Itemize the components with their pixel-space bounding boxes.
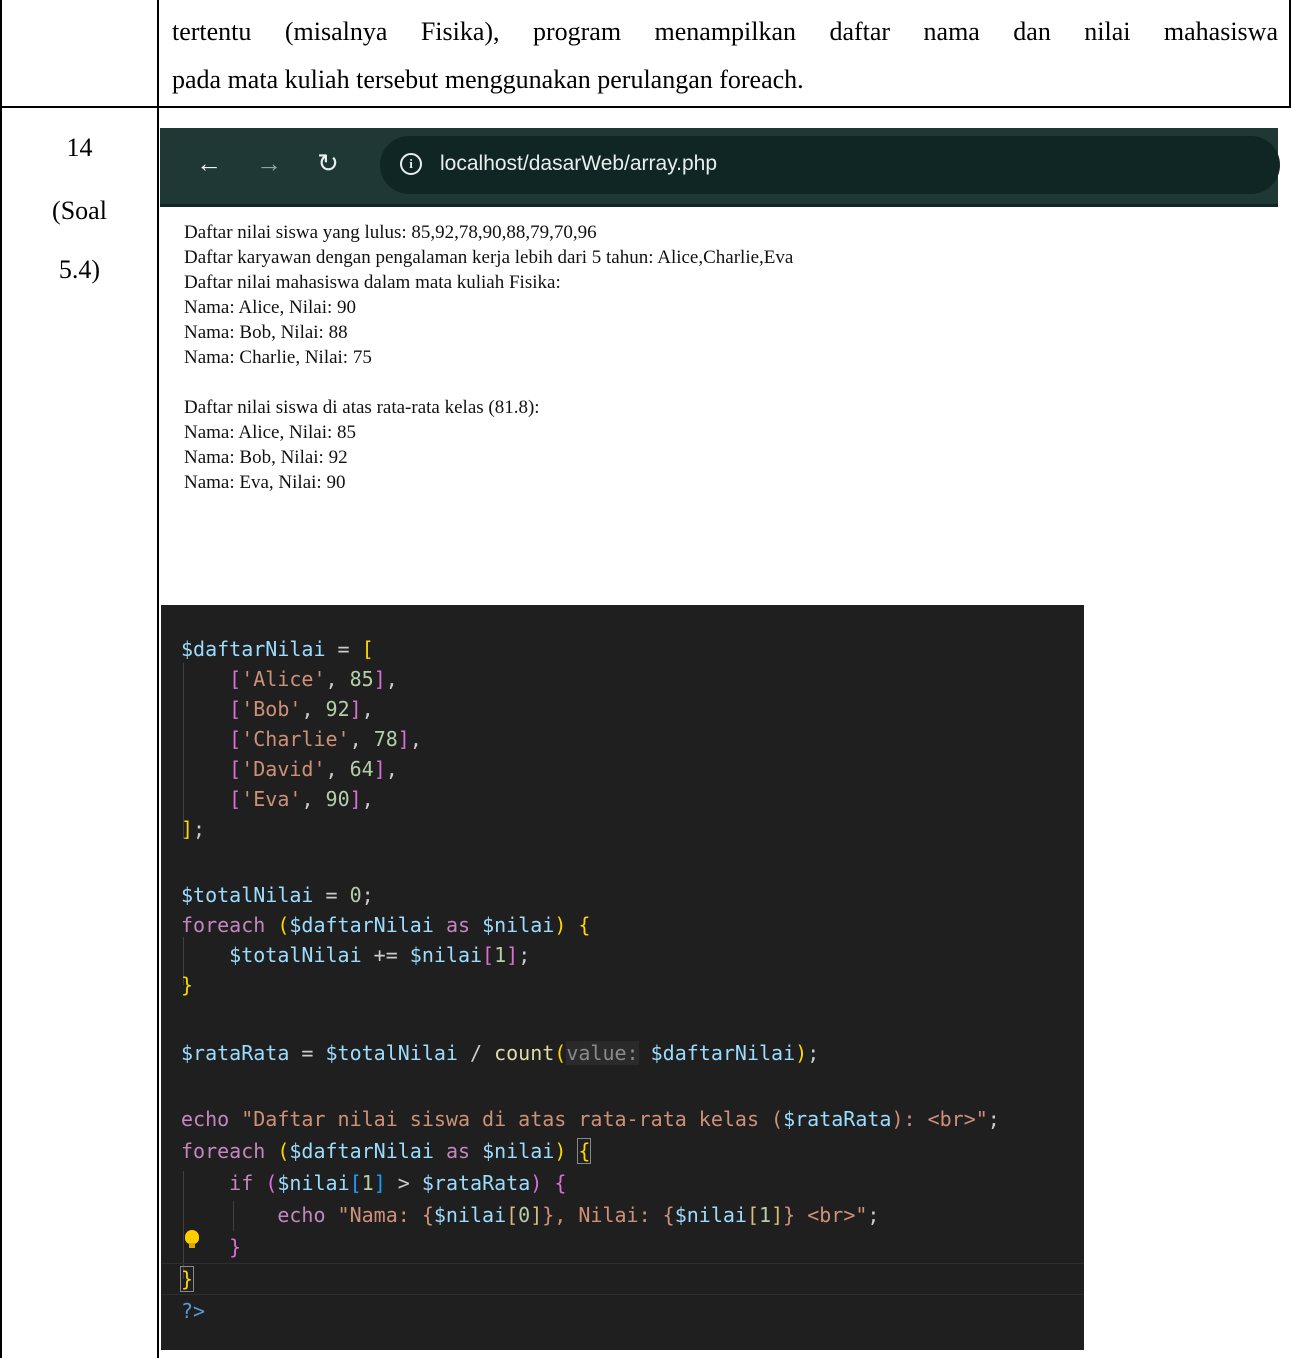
current-line-highlight <box>161 1263 1084 1295</box>
code-line: foreach ($daftarNilai as $nilai) { <box>181 913 591 937</box>
code-line: ]; <box>181 817 206 841</box>
code-line: $rataRata = $totalNilai / count(value: $… <box>181 1041 820 1065</box>
code-line: $daftarNilai = [ <box>181 637 374 661</box>
code-line: $totalNilai += $nilai[1]; <box>229 943 531 967</box>
code-line: ['Alice', 85], <box>229 667 398 691</box>
browser-toolbar: ← → ↻ i localhost/dasarWeb/array.php <box>160 128 1280 207</box>
code-line: echo "Nama: {$nilai[0]}, Nilai: {$nilai[… <box>277 1203 880 1227</box>
output-line: Nama: Bob, Nilai: 88 <box>184 322 348 343</box>
url-text[interactable]: localhost/dasarWeb/array.php <box>440 150 717 178</box>
code-line: } <box>181 973 194 997</box>
reload-icon[interactable]: ↻ <box>313 148 343 178</box>
output-line: Daftar nilai siswa di atas rata-rata kel… <box>184 397 540 418</box>
intro-line-2: pada mata kuliah tersebut menggunakan pe… <box>172 65 804 94</box>
output-line: Daftar karyawan dengan pengalaman kerja … <box>184 247 794 268</box>
code-line: $totalNilai = 0; <box>181 883 374 907</box>
output-line: Nama: Eva, Nilai: 90 <box>184 472 346 493</box>
output-line: Nama: Alice, Nilai: 90 <box>184 297 357 318</box>
intro-line-1: tertentu (misalnya Fisika), program mena… <box>172 17 1278 46</box>
intro-paragraph: tertentu (misalnya Fisika), program mena… <box>172 8 1278 104</box>
info-icon[interactable]: i <box>400 153 422 175</box>
code-line: ['Charlie', 78], <box>229 727 422 751</box>
code-line: echo "Daftar nilai siswa di atas rata-ra… <box>181 1107 1000 1131</box>
output-line: Daftar nilai mahasiswa dalam mata kuliah… <box>184 272 561 293</box>
row-label-line-2: 5.4) <box>58 255 101 284</box>
back-arrow-icon[interactable]: ← <box>194 148 224 178</box>
output-line: Nama: Charlie, Nilai: 75 <box>184 347 372 368</box>
table-column-divider <box>157 0 159 1358</box>
output-blank-line <box>184 370 1184 395</box>
code-line: ['Eva', 90], <box>229 787 374 811</box>
code-line: ['David', 64], <box>229 757 398 781</box>
output-line: Nama: Alice, Nilai: 85 <box>184 422 357 443</box>
output-line: Nama: Bob, Nilai: 92 <box>184 447 348 468</box>
page-output: Daftar nilai siswa yang lulus: 85,92,78,… <box>184 220 1184 495</box>
code-line: ?> <box>181 1299 206 1323</box>
row-number: 14 <box>66 133 93 162</box>
code-line: foreach ($daftarNilai as $nilai) { <box>181 1138 592 1164</box>
code-line: ['Bob', 92], <box>229 697 374 721</box>
row-label-line-1: (Soal <box>52 196 107 225</box>
address-bar[interactable]: i localhost/dasarWeb/array.php <box>380 136 1280 194</box>
code-line: } <box>179 1266 195 1292</box>
code-editor[interactable]: $daftarNilai = [ ['Alice', 85], ['Bob', … <box>161 605 1084 1350</box>
code-line: if ($nilai[1] > $rataRata) { <box>229 1171 567 1195</box>
lightbulb-icon[interactable] <box>185 1230 199 1248</box>
output-line: Daftar nilai siswa yang lulus: 85,92,78,… <box>184 222 597 243</box>
forward-arrow-icon[interactable]: → <box>254 148 284 178</box>
table-row-divider <box>0 106 1291 108</box>
